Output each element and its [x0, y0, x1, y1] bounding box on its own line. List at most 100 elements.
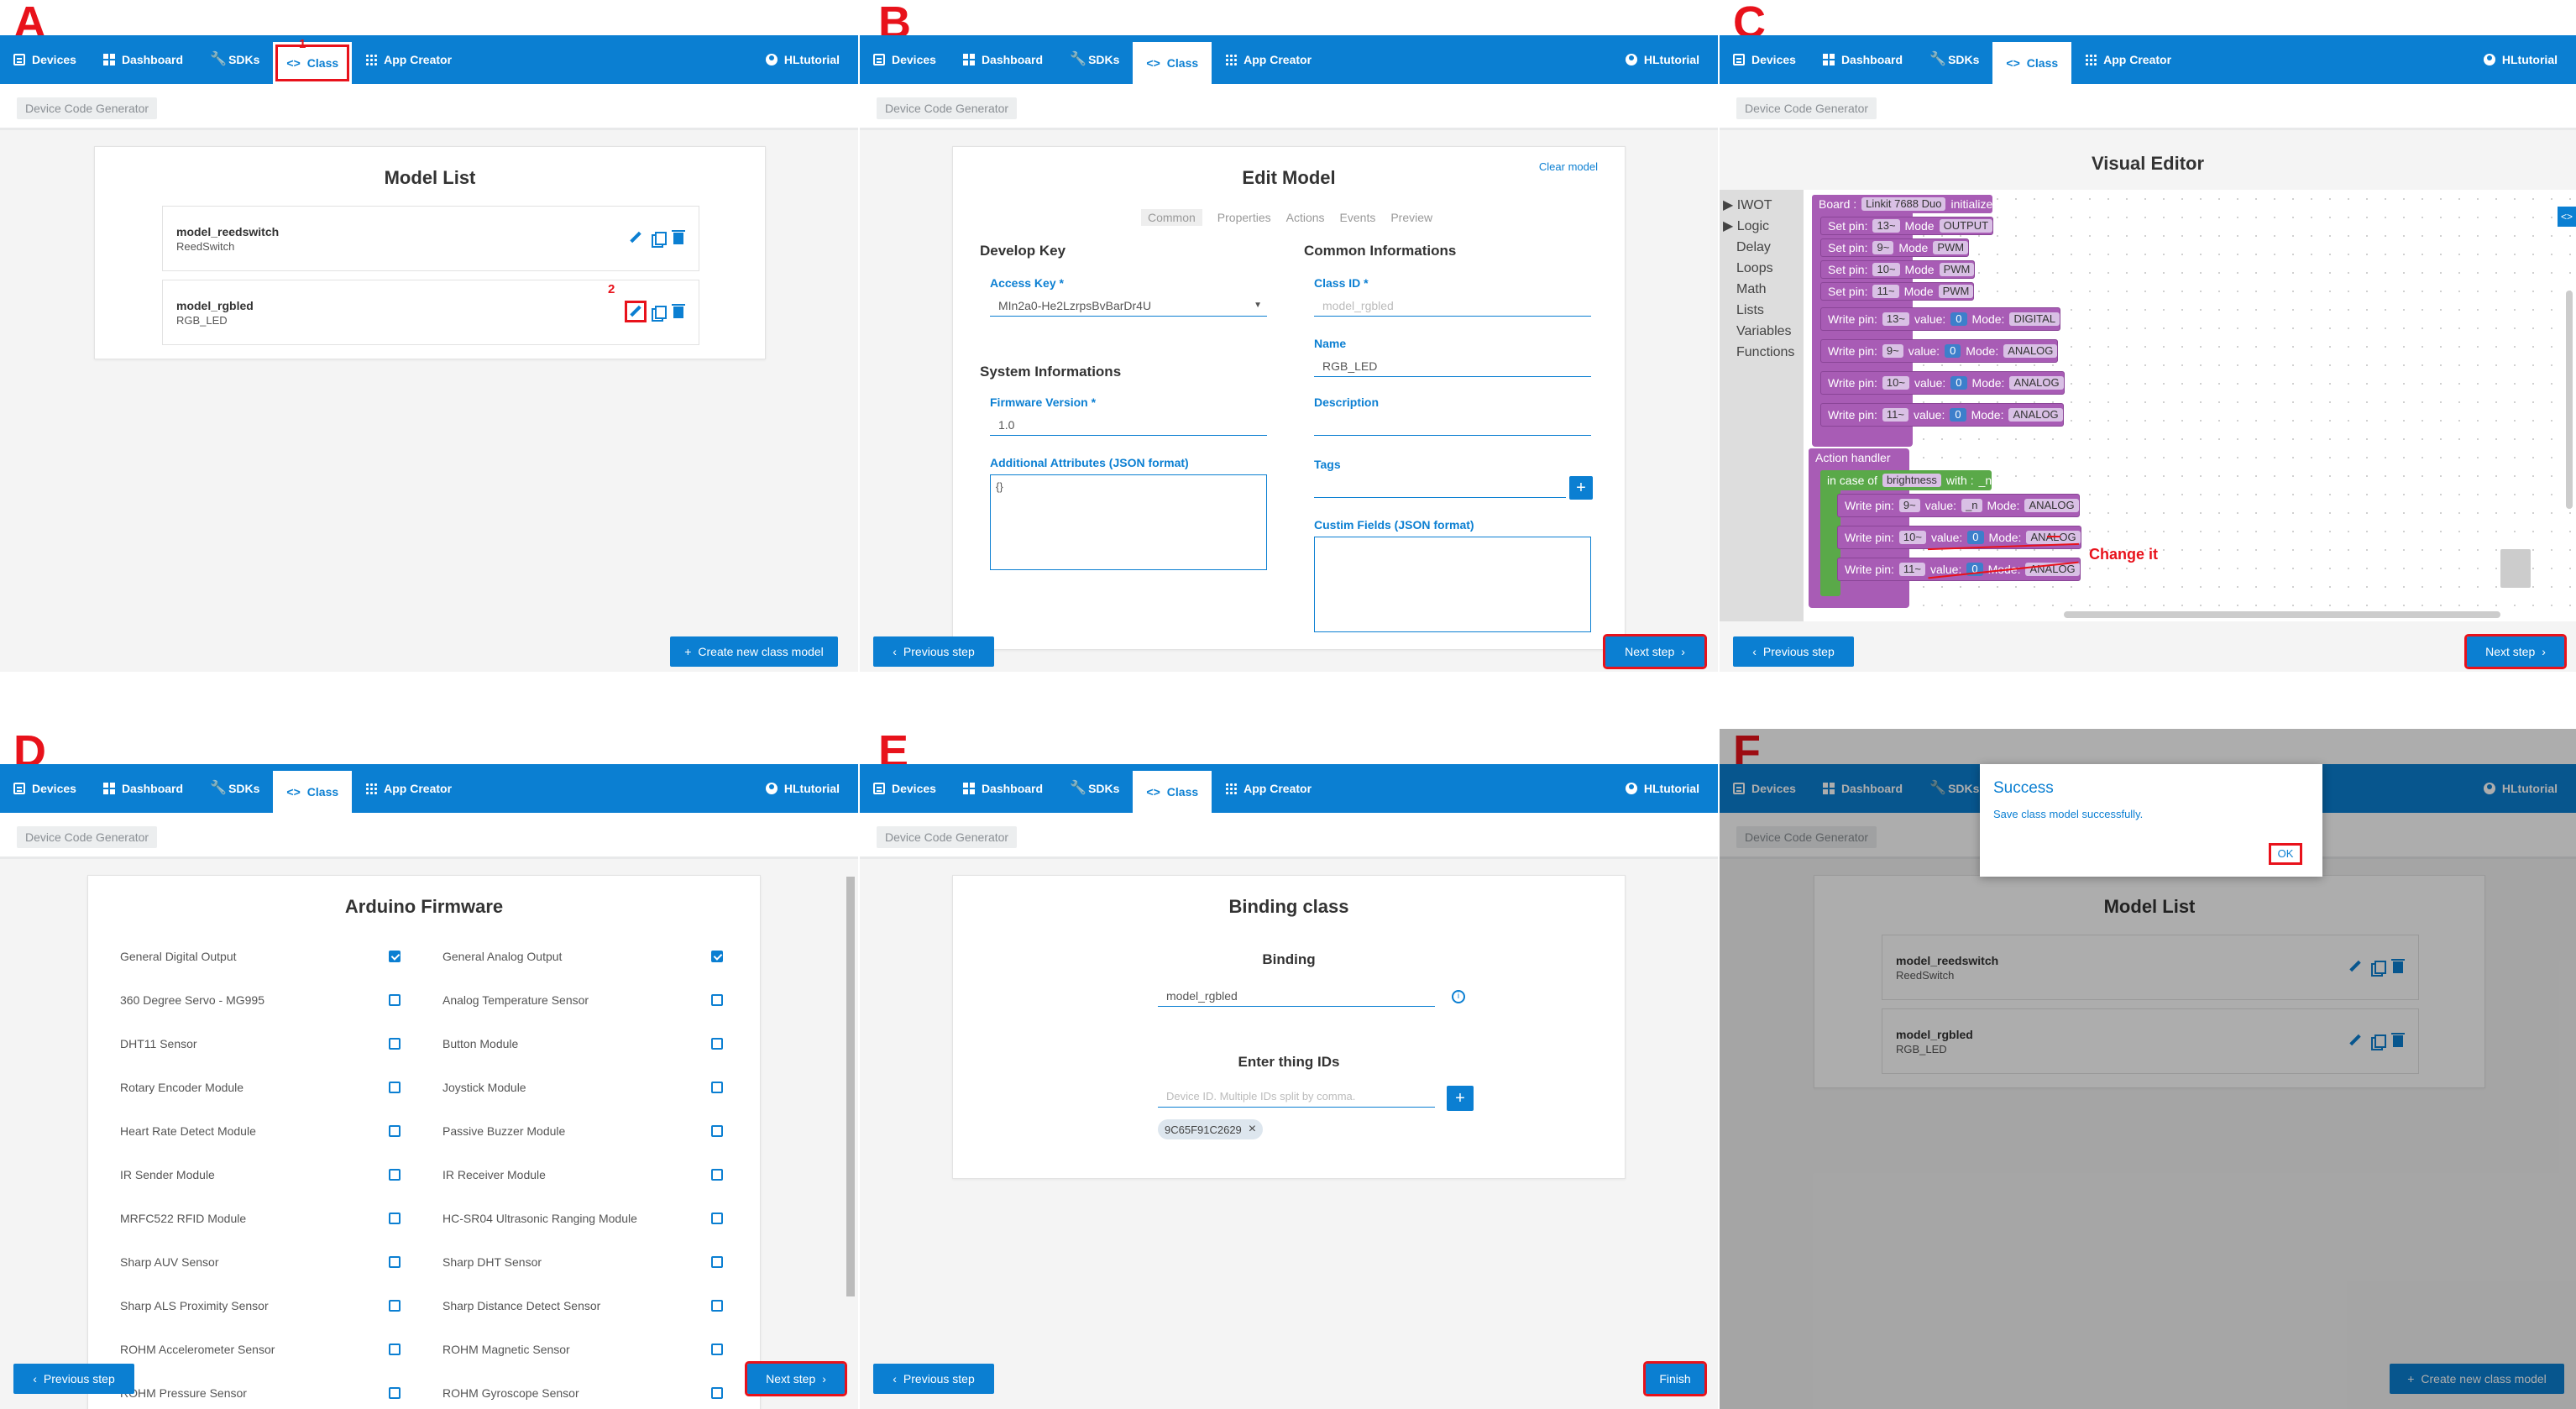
set-pin-block[interactable]: Set pin: 13~ Mode OUTPUT [1820, 217, 1994, 235]
nav-user[interactable]: HLtutorial [2470, 35, 2576, 84]
firmware-checkbox[interactable] [711, 1344, 723, 1355]
nav-app-creator[interactable]: App Creator [352, 35, 465, 84]
set-pin-block[interactable]: Set pin: 10~ Mode PWM [1820, 260, 1976, 279]
nav-sdks[interactable]: 🔧 SDKs [1056, 35, 1133, 84]
nav-app-creator[interactable]: App Creator [1212, 764, 1325, 813]
binding-input[interactable]: model_rgbled [1158, 985, 1435, 1007]
write-pin-block[interactable]: Write pin: 13~ value: 0 Mode: DIGITAL [1820, 307, 2061, 331]
firmware-checkbox[interactable] [711, 1213, 723, 1224]
toolbox-math[interactable]: Math [1723, 279, 1794, 300]
pin-select[interactable]: 9~ [1872, 241, 1894, 254]
tab-events[interactable]: Events [1340, 211, 1376, 226]
nav-app-creator[interactable]: App Creator [1212, 35, 1325, 84]
value-field[interactable]: 0 [1945, 344, 1961, 358]
next-step-button[interactable]: Next step › [745, 1361, 847, 1396]
firmware-checkbox[interactable] [711, 1038, 723, 1050]
previous-step-button[interactable]: ‹ Previous step [13, 1364, 134, 1394]
pin-select[interactable]: 13~ [1872, 219, 1900, 233]
nav-dashboard[interactable]: Dashboard [1809, 35, 1916, 84]
toolbox-logic[interactable]: ▶ Logic [1723, 216, 1794, 237]
nav-app-creator[interactable]: App Creator [2071, 35, 2185, 84]
trash-can-icon[interactable] [2500, 549, 2531, 588]
set-pin-block[interactable]: Set pin: 11~ Mode PWM [1820, 282, 1975, 301]
mode-select[interactable]: PWM [1939, 263, 1975, 276]
tab-preview[interactable]: Preview [1390, 211, 1432, 226]
pin-select[interactable]: 10~ [1898, 531, 1926, 544]
firmware-checkbox[interactable] [711, 1387, 723, 1399]
board-block[interactable]: Board : Linkit 7688 Duo initialize [1812, 195, 1993, 213]
pin-select[interactable]: 11~ [1872, 285, 1899, 298]
trash-icon[interactable] [672, 230, 685, 244]
nav-sdks[interactable]: 🔧 SDKs [196, 35, 273, 84]
pin-select[interactable]: 9~ [1898, 499, 1920, 512]
board-select[interactable]: Linkit 7688 Duo [1861, 197, 1946, 211]
additional-attributes-textarea[interactable]: {} [990, 474, 1267, 570]
value-field[interactable]: 0 [1950, 312, 1967, 326]
vertical-scrollbar[interactable] [2566, 291, 2573, 509]
firmware-checkbox[interactable] [711, 1082, 723, 1093]
copy-icon[interactable] [652, 306, 667, 322]
action-handler-block[interactable]: Action handler [1809, 448, 1891, 467]
firmware-checkbox[interactable] [389, 1300, 401, 1312]
finish-button[interactable]: Finish [1643, 1361, 1707, 1396]
clear-model-link[interactable]: Clear model [1539, 160, 1598, 173]
create-new-class-button[interactable]: + Create new class model [670, 636, 838, 667]
info-icon[interactable]: i [1452, 990, 1465, 1003]
nav-class[interactable]: <> Class [273, 771, 353, 813]
mode-select[interactable]: DIGITAL [2009, 312, 2060, 326]
tab-properties[interactable]: Properties [1217, 211, 1271, 226]
edit-icon[interactable] [625, 301, 647, 322]
firmware-checkbox[interactable] [389, 1256, 401, 1268]
pin-select[interactable]: 10~ [1882, 376, 1909, 390]
firmware-checkbox[interactable] [389, 951, 401, 962]
nav-sdks[interactable]: 🔧 SDKs [1056, 764, 1133, 813]
edit-icon[interactable] [630, 232, 641, 244]
model-item[interactable]: model_rgbled RGB_LED 2 [162, 280, 699, 345]
firmware-checkbox[interactable] [389, 1169, 401, 1181]
value-field[interactable]: 0 [1950, 408, 1966, 422]
write-pin-block[interactable]: Write pin: 9~ value: 0 Mode: ANALOG [1820, 339, 2059, 363]
toolbox-iwot[interactable]: ▶ IWOT [1723, 195, 1794, 216]
nav-dashboard[interactable]: Dashboard [90, 764, 196, 813]
nav-user[interactable]: HLtutorial [752, 35, 858, 84]
brightness-field[interactable]: brightness [1882, 474, 1941, 487]
write-pin-block[interactable]: Write pin: 10~ value: 0 Mode: ANALOG [1820, 371, 2065, 395]
nav-class[interactable]: <> Class [1133, 42, 1212, 84]
workspace[interactable]: Board : Linkit 7688 Duo initialize Set pin… [1804, 190, 2576, 621]
firmware-checkbox[interactable] [389, 1213, 401, 1224]
thing-id-input[interactable]: Device ID. Multiple IDs split by comma. [1158, 1086, 1435, 1108]
toolbox-delay[interactable]: Delay [1723, 237, 1794, 258]
write-pin-block[interactable]: Write pin: 9~ value: _n Mode: ANALOG [1837, 494, 2080, 517]
mode-select[interactable]: PWM [1938, 285, 1974, 298]
mode-select[interactable]: OUTPUT [1939, 219, 1993, 233]
description-input[interactable] [1314, 414, 1591, 436]
nav-devices[interactable]: Devices [1720, 35, 1809, 84]
access-key-select[interactable]: MIn2a0-He2LzrpsBvBarDr4U ▼ [990, 295, 1267, 317]
toolbox-lists[interactable]: Lists [1723, 300, 1794, 321]
copy-icon[interactable] [652, 232, 667, 248]
firmware-checkbox[interactable] [711, 951, 723, 962]
pin-select[interactable]: 11~ [1882, 408, 1908, 422]
nav-class[interactable]: <> Class [1133, 771, 1212, 813]
firmware-checkbox[interactable] [389, 994, 401, 1006]
nav-app-creator[interactable]: App Creator [352, 764, 465, 813]
firmware-checkbox[interactable] [389, 1387, 401, 1399]
nav-sdks[interactable]: 🔧 SDKs [1916, 35, 1992, 84]
custom-fields-textarea[interactable] [1314, 537, 1591, 632]
name-input[interactable]: RGB_LED [1314, 355, 1591, 377]
write-pin-block[interactable]: Write pin: 11~ value: 0 Mode: ANALOG [1820, 403, 2064, 427]
firmware-checkbox[interactable] [389, 1082, 401, 1093]
pin-select[interactable]: 9~ [1882, 344, 1903, 358]
previous-step-button[interactable]: ‹ Previous step [873, 636, 994, 667]
trash-icon[interactable] [672, 304, 685, 318]
firmware-version-input[interactable]: 1.0 [990, 414, 1267, 436]
mode-select[interactable]: ANALOG [2008, 408, 2063, 422]
nav-dashboard[interactable]: Dashboard [950, 35, 1056, 84]
nav-dashboard[interactable]: Dashboard [90, 35, 196, 84]
add-tag-button[interactable]: + [1569, 476, 1593, 500]
firmware-checkbox[interactable] [711, 1169, 723, 1181]
nav-user[interactable]: HLtutorial [752, 764, 858, 813]
firmware-checkbox[interactable] [711, 1300, 723, 1312]
previous-step-button[interactable]: ‹ Previous step [1733, 636, 1854, 667]
nav-devices[interactable]: Devices [0, 764, 90, 813]
